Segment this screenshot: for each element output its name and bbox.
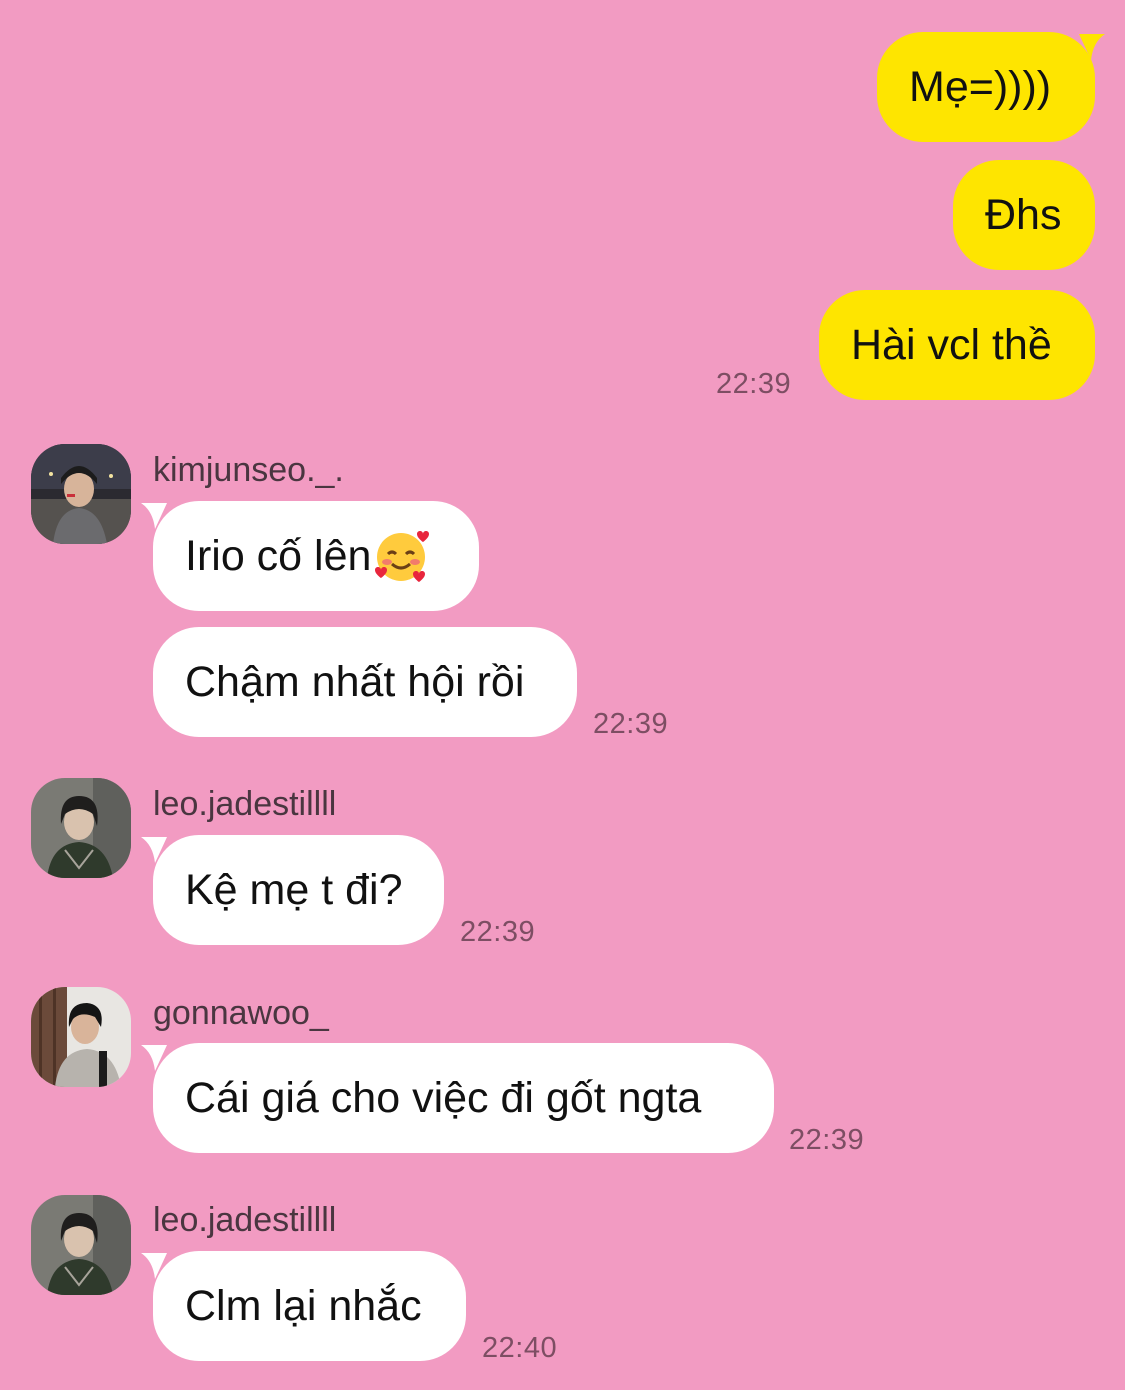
smiling-face-with-hearts-icon [375,531,430,582]
message-text: Hài vcl thề [851,320,1052,369]
message-text: Mẹ=)))) [909,62,1052,111]
incoming-message[interactable]: Irio cố lên [141,501,479,611]
sender-name[interactable]: leo.jadestillll [153,1201,336,1240]
sender-name[interactable]: leo.jadestillll [153,785,336,824]
bubble-tail [141,1253,167,1279]
bubble-tail [1079,34,1105,60]
outgoing-message[interactable]: Hài vcl thề [819,290,1095,400]
incoming-message[interactable]: Cái giá cho việc đi gốt ngta [141,1043,774,1153]
outgoing-message[interactable]: Mẹ=)))) [877,32,1105,142]
avatar-photo [31,444,131,544]
incoming-message[interactable]: Chậm nhất hội rồi [153,627,577,737]
message-text: Irio cố lên [185,531,372,580]
avatar-photo [31,778,131,878]
message-text: Clm lại nhắc [185,1281,422,1330]
message-timestamp: 22:40 [482,1332,558,1364]
message-timestamp: 22:39 [716,368,792,400]
sender-name[interactable]: kimjunseo._. [153,451,344,490]
avatar[interactable] [31,444,131,544]
message-timestamp: 22:39 [593,708,669,740]
message-timestamp: 22:39 [789,1124,865,1156]
message-text: Đhs [985,190,1062,239]
outgoing-message[interactable]: Đhs [953,160,1095,270]
avatar-photo [31,987,131,1087]
avatar[interactable] [31,778,131,878]
avatar-photo [31,1195,131,1295]
message-text: Kệ mẹ t đi? [185,865,403,914]
sender-name[interactable]: gonnawoo_ [153,994,329,1033]
message-text: Chậm nhất hội rồi [185,657,525,706]
bubble-tail [141,1045,167,1071]
incoming-message[interactable]: Kệ mẹ t đi? [141,835,444,945]
bubble-tail [141,837,167,863]
message-text: Cái giá cho việc đi gốt ngta [185,1073,702,1122]
message-timestamp: 22:39 [460,916,536,948]
avatar[interactable] [31,1195,131,1295]
avatar[interactable] [31,987,131,1087]
incoming-message[interactable]: Clm lại nhắc [141,1251,466,1361]
bubble-tail [141,503,167,529]
